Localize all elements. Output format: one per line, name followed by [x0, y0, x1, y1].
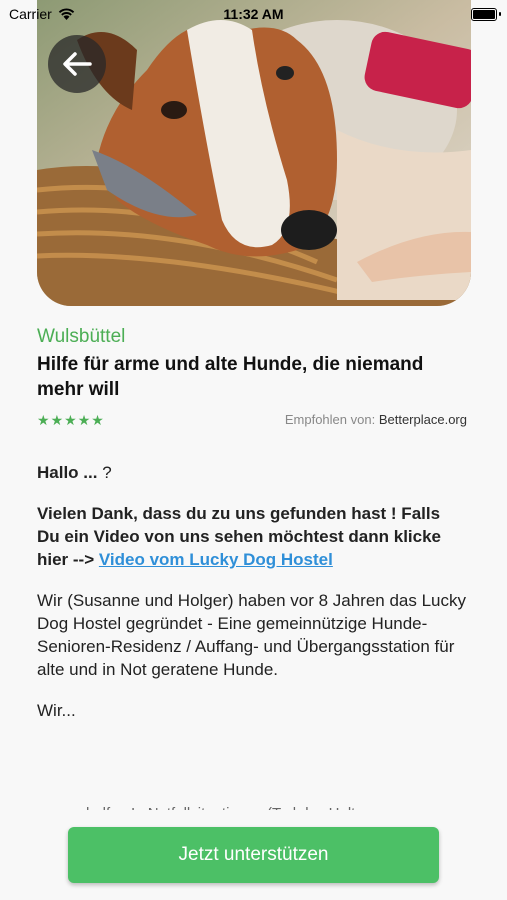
- meta-row: ★ ★ ★ ★ ★ Empfohlen von: Betterplace.org: [37, 412, 467, 427]
- rating-stars: ★ ★ ★ ★ ★: [37, 413, 104, 427]
- recommended-by: Empfohlen von: Betterplace.org: [285, 412, 467, 427]
- dog-in-basket-photo: [37, 0, 471, 306]
- project-details: Wulsbüttel Hilfe für arme und alte Hunde…: [37, 320, 467, 740]
- battery-icon: [471, 8, 497, 21]
- star-icon: ★: [37, 411, 50, 428]
- hero-image: [37, 0, 471, 306]
- project-description: Hallo ... ? Vielen Dank, dass du zu uns …: [37, 461, 467, 722]
- greeting: Hallo ... ?: [37, 461, 467, 484]
- star-icon: ★: [50, 411, 64, 428]
- back-button[interactable]: [48, 35, 106, 93]
- greeting-bold: Hallo ...: [37, 463, 98, 482]
- arrow-left-icon: [63, 52, 92, 76]
- clock: 11:32 AM: [223, 6, 284, 22]
- star-icon: ★: [64, 411, 77, 428]
- project-title: Hilfe für arme und alte Hunde, die niema…: [37, 354, 424, 400]
- status-bar: Carrier 11:32 AM: [0, 0, 507, 28]
- project-location: Wulsbüttel: [37, 326, 126, 347]
- more-text: Wir...: [37, 701, 76, 720]
- support-button[interactable]: Jetzt unterstützen: [68, 827, 439, 883]
- recommended-prefix: Empfohlen von:: [284, 412, 376, 427]
- greeting-rest: ?: [97, 463, 112, 482]
- body-paragraph: Wir (Susanne und Holger) haben vor 8 Jah…: [37, 591, 467, 679]
- video-link[interactable]: Video vom Lucky Dog Hostel: [99, 550, 333, 569]
- battery-nub: [499, 12, 501, 16]
- thanks-paragraph: Vielen Dank, dass du zu uns gefunden has…: [37, 502, 467, 571]
- star-icon: ★: [77, 411, 91, 428]
- recommended-source: Betterplace.org: [378, 412, 467, 427]
- star-icon: ★: [91, 411, 104, 428]
